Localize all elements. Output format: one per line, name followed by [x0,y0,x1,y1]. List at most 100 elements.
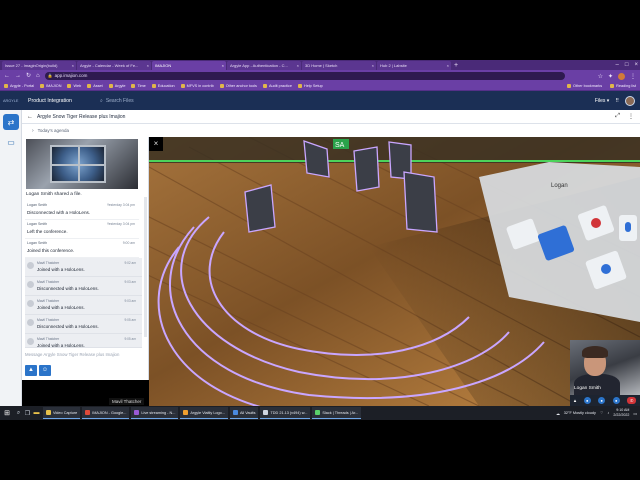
browser-tab[interactable]: Argyle App - Authentication - C... × [227,61,301,70]
maximize-icon[interactable]: □ [625,60,629,70]
more-icon[interactable]: ⋮ [628,113,634,120]
screen-share-icon[interactable]: ● [612,397,620,404]
profile-avatar[interactable] [618,72,625,80]
chat-bubble-icon[interactable]: ▭ [3,134,19,150]
collapse-icon[interactable]: ← [27,114,33,120]
screen: Issue 27 - ImaginOrigin(build) × Argyle -… [0,0,640,480]
call-controls: ▴ ● ● ● ✆ [570,395,640,406]
bookmark-item[interactable]: Web [67,84,81,88]
user-avatar[interactable] [625,95,635,106]
bookmark-icon [87,84,92,88]
app-icon [263,410,269,415]
taskbar-app[interactable]: TDD 21.13 (v494) w... [260,407,311,419]
tab-label: IMAJION [155,63,172,68]
bookmark-item[interactable]: IMAJION [40,84,61,88]
search-icon[interactable]: ⌕ [14,410,23,417]
app-icon [134,410,140,415]
close-tab-icon[interactable]: × [297,61,299,70]
close-tab-icon[interactable]: × [447,61,449,70]
taskbar-app[interactable]: All Vaults [229,407,259,419]
bookmark-item[interactable]: Asset [87,84,103,88]
grid-menu-icon[interactable]: ⠿ [615,98,619,104]
browser-tab[interactable]: 3D Home | Sketch × [302,61,376,70]
back-icon[interactable]: ← [4,70,10,82]
message-time: Yesterday 3:04 pm [106,203,135,207]
close-tab-icon[interactable]: × [147,61,149,70]
taskbar-app[interactable]: IMAJION - Google... [82,407,130,419]
mic-icon[interactable]: ● [598,397,606,404]
lock-icon: 🔒 [47,73,53,78]
bookmark-item[interactable]: Help Setup [297,84,323,88]
headset [582,346,608,358]
file-explorer-icon[interactable]: ▬ [32,410,41,416]
forward-icon[interactable]: → [15,70,21,82]
expand-icon[interactable]: ⤢ [615,113,620,120]
image-upload-icon[interactable]: ▲ [25,365,37,376]
windows-start-icon[interactable]: ⊞ [0,409,14,417]
menu-icon[interactable]: ⋮ [630,73,636,80]
close-video-icon[interactable]: × [149,137,163,151]
chevron-up-icon[interactable]: ▴ [574,398,577,404]
bookmark-item[interactable]: MFVS in contrib [180,84,214,88]
home-icon[interactable]: ⌂ [36,70,40,82]
close-window-icon[interactable]: × [634,60,638,70]
agenda-row[interactable]: › Today's agenda [22,124,640,137]
browser-tab[interactable]: Argyle - Calendar - Week of Fe... × [77,61,151,70]
app-icon [315,410,321,415]
url-field[interactable]: 🔒 app.imajion.com [44,72,565,80]
notifications-icon[interactable]: ▭ [633,411,637,416]
brand-logo[interactable]: ARGYLE [0,99,24,103]
minimize-icon[interactable]: – [616,60,619,70]
task-view-icon[interactable]: ❐ [23,410,32,417]
browser-tab[interactable]: Hub 2 | Labsite × [377,61,451,70]
network-icon[interactable]: ⌔ [600,411,604,416]
camera-icon[interactable]: ● [583,397,591,404]
reading-list[interactable]: Reading list [610,84,636,88]
new-tab-button[interactable]: + [454,61,458,70]
taskbar-app[interactable]: Argyle Vialtly Logo... [180,407,228,419]
app-icon [183,410,189,415]
bookmark-item[interactable]: Audit practice [262,84,292,88]
bookmark-item[interactable]: Argyle - Portal [4,84,34,88]
bookmark-item[interactable]: Argyle [108,84,125,88]
close-tab-icon[interactable]: × [72,61,74,70]
shared-image[interactable] [26,139,138,189]
taskbar-app[interactable]: Slack | Threads | Ar... [312,407,362,419]
tab-label: Hub 2 | Labsite [380,63,407,68]
files-dropdown[interactable]: Files ▾ [595,98,609,104]
other-bookmarks[interactable]: Other bookmarks [567,84,602,88]
conversation-actions: ⤢ ⋮ [615,113,640,120]
weather-text[interactable]: 32°F Mostly cloudy [564,411,596,415]
weather-icon[interactable]: ☁ [556,411,560,416]
bookmark-icon [108,84,113,88]
search-icon: ⌕ [100,97,103,104]
bookmark-item[interactable]: Education [151,84,175,88]
bookmark-item[interactable]: Time [131,84,146,88]
people-icon [601,264,611,274]
conversation-title: Argyle Snow Tiger Release plus Imajion [37,113,126,120]
volume-icon[interactable]: ♪ [608,411,610,415]
reload-icon[interactable]: ↻ [26,70,31,82]
bookmark-item[interactable]: Other anchor tools [219,84,257,88]
message-time: 9:02 am [124,261,136,265]
product-title: Product Integration [28,97,72,104]
emoji-icon[interactable]: ☺ [39,365,51,376]
message-text: Disconnected with a HoloLens. [27,210,91,215]
search-box[interactable]: ⌕ Search Files [100,98,134,104]
shared-file-note: Logan Smith shared a file. [26,192,82,197]
windows-taskbar: ⊞ ⌕ ❐ ▬ Video Capture IMAJION - Google..… [0,406,640,420]
chat-scrollbar[interactable] [144,197,147,337]
end-call-icon[interactable]: ✆ [627,397,637,404]
browser-tab-active[interactable]: IMAJION × [152,61,226,70]
taskbar-app[interactable]: Live streaming - N... [131,407,179,419]
clock[interactable]: 9:10 AM 2/22/2022 [613,408,629,418]
app-label: TDD 21.13 (v494) w... [270,410,308,415]
taskbar-app[interactable]: Video Capture [43,407,81,419]
browser-tab[interactable]: Issue 27 - ImaginOrigin(build) × [2,61,76,70]
message-input[interactable]: Message Argyle Snow Tiger Release plus I… [25,350,143,360]
star-icon[interactable]: ☆ [598,73,603,80]
close-tab-icon[interactable]: × [372,61,374,70]
conversations-icon[interactable]: ⇄ [3,114,19,130]
close-tab-icon[interactable]: × [222,61,224,70]
extensions-icon[interactable]: ✦ [608,73,613,80]
